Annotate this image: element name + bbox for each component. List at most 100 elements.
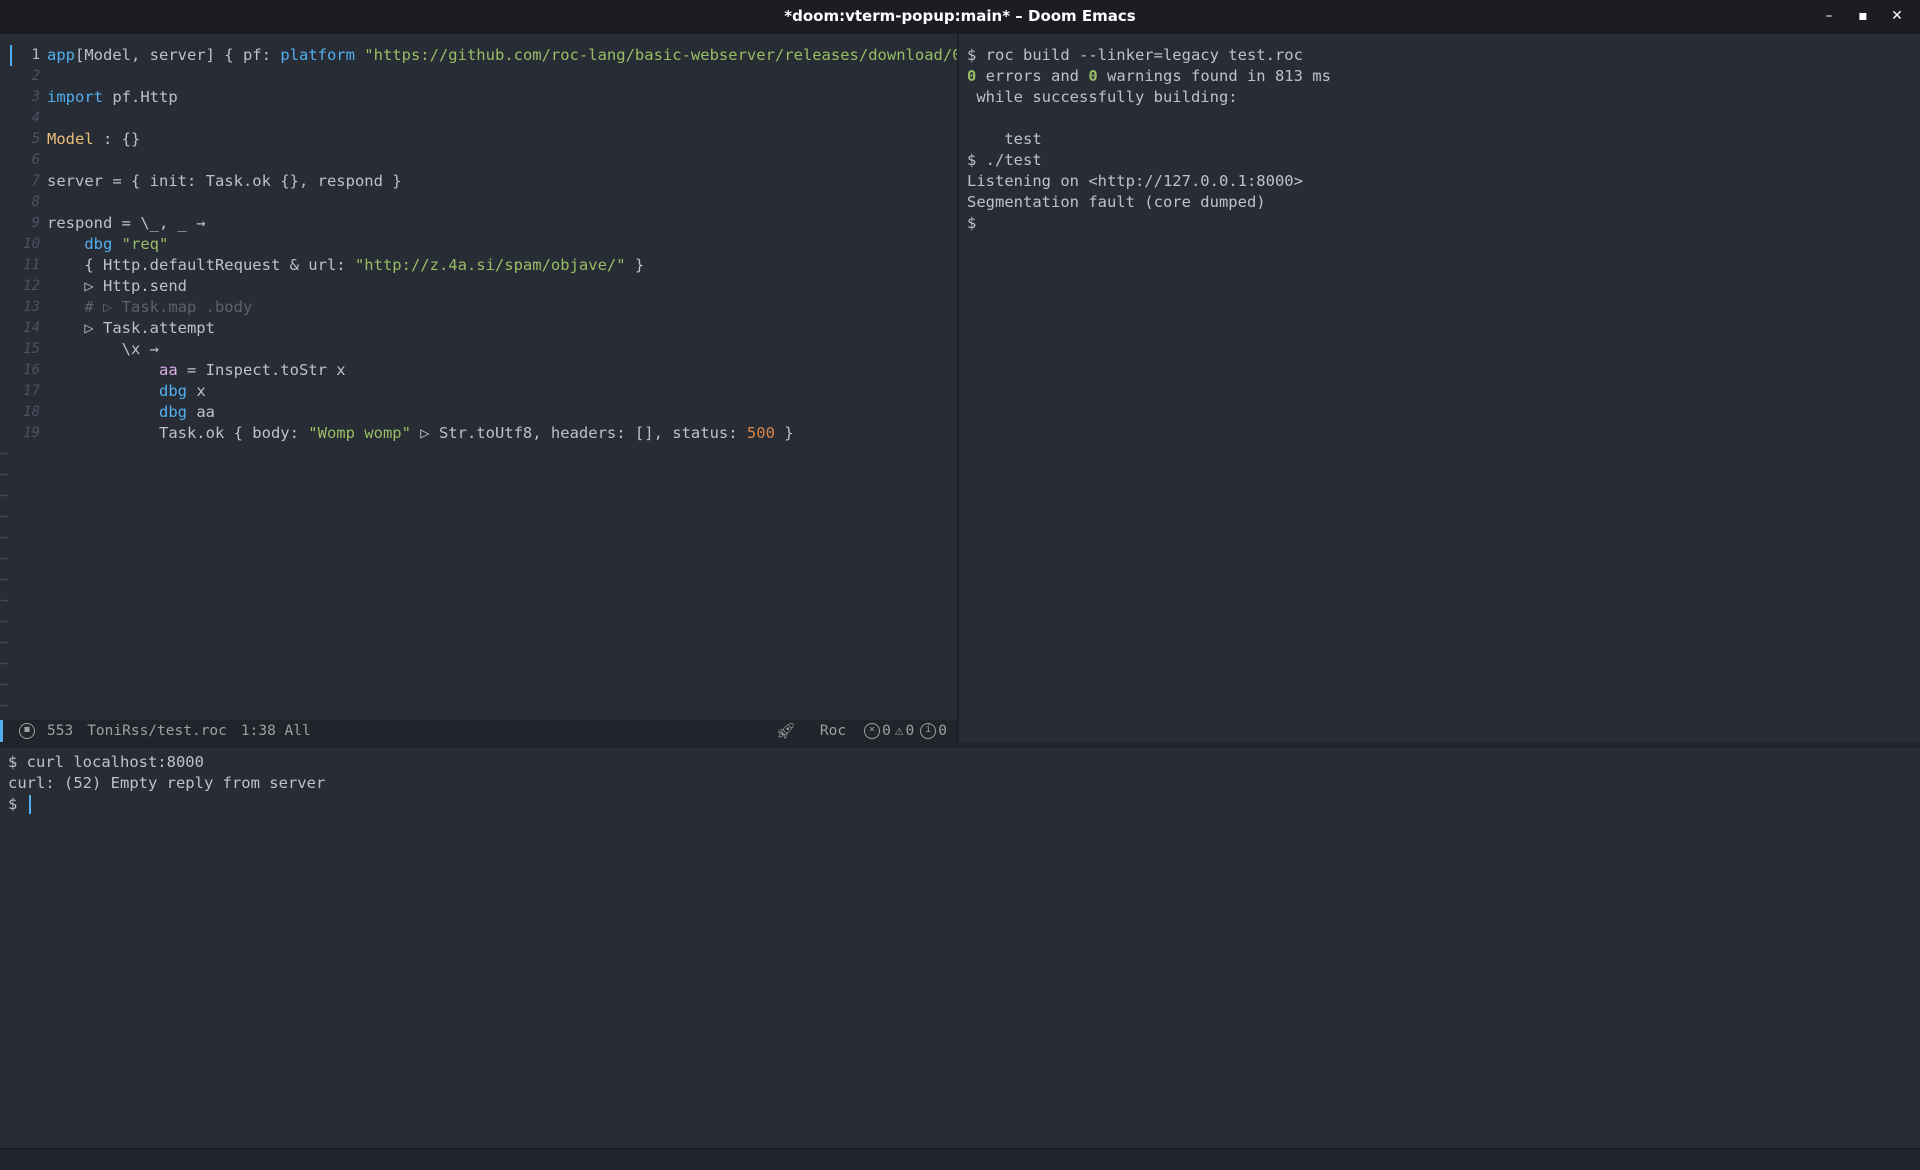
- terminal-line: 0 errors and 0 warnings found in 813 ms: [967, 66, 1331, 87]
- code-editor-pane[interactable]: 1 app[Model, server] { pf: platform "http…: [0, 34, 1092, 735]
- line-number: 10: [23, 236, 40, 252]
- code-line[interactable]: 13 # ▷ Task.map .body: [0, 297, 957, 318]
- code-line[interactable]: 14 ▷ Task.attempt: [0, 318, 957, 339]
- window-titlebar: *doom:vterm-popup:main* – Doom Emacs – ▪…: [0, 0, 1920, 35]
- info-icon: i: [920, 723, 937, 739]
- line-number: 14: [23, 320, 40, 336]
- code-token: x: [186, 382, 206, 400]
- code-text[interactable]: Task.ok { body: "Womp womp" ▷ Str.toUtf8…: [47, 423, 794, 444]
- code-token: dbg: [158, 403, 187, 421]
- cursor-position: 1:38 All: [240, 723, 311, 739]
- code-text[interactable]: import pf.Http: [47, 87, 178, 108]
- empty-line-marker: ~: [0, 467, 9, 483]
- warning-count: 0: [905, 723, 915, 739]
- maximize-button[interactable]: ▪: [1846, 0, 1880, 34]
- line-number: 12: [23, 278, 40, 294]
- buffer-size: 553: [47, 723, 74, 739]
- line-number: 2: [31, 68, 40, 84]
- terminal-line: Listening on <http://127.0.0.1:8000>: [967, 171, 1303, 192]
- code-line[interactable]: 7 server = { init: Task.ok {}, respond }: [0, 171, 957, 192]
- terminal-line: $: [967, 213, 976, 234]
- terminal-line: while successfully building:: [967, 87, 1238, 108]
- line-number: 16: [23, 362, 40, 378]
- empty-line-marker: ~: [0, 614, 9, 630]
- code-line[interactable]: 2: [0, 66, 957, 87]
- code-line[interactable]: 15 \x →: [0, 339, 957, 360]
- terminal-text: $: [8, 795, 27, 813]
- echo-area: [0, 1148, 1920, 1170]
- code-text[interactable]: \x →: [47, 339, 159, 360]
- code-token: ▷ Str.toUtf8, headers: [], status:: [410, 424, 747, 442]
- code-text[interactable]: # ▷ Task.map .body: [47, 297, 252, 318]
- window-title: *doom:vterm-popup:main* – Doom Emacs: [784, 7, 1136, 25]
- code-token: "http://z.4a.si/spam/objave/": [354, 256, 626, 274]
- code-text[interactable]: respond = \_, _ →: [47, 213, 206, 234]
- code-line[interactable]: 11 { Http.defaultRequest & url: "http://…: [0, 255, 957, 276]
- terminal-pane[interactable]: $ roc build --linker=legacy test.roc 0 er…: [959, 34, 1920, 742]
- empty-line-marker: ~: [0, 488, 9, 504]
- line-number: 5: [31, 131, 40, 147]
- major-mode[interactable]: Roc: [820, 720, 846, 742]
- editor-modeline: ◼ 553 ToniRss/test.roc 1:38 All 🚀︎ Roc ×…: [0, 720, 957, 742]
- code-token: dbg: [158, 382, 187, 400]
- code-text[interactable]: dbg x: [47, 381, 206, 402]
- code-token: # ▷ Task.map .body: [47, 298, 253, 316]
- code-token: app: [47, 46, 75, 64]
- info-count: 0: [938, 723, 947, 739]
- line-number: 3: [31, 89, 40, 105]
- line-number: 18: [23, 404, 40, 420]
- empty-line-marker: ~: [0, 446, 9, 462]
- code-line[interactable]: 17 dbg x: [0, 381, 957, 402]
- code-line[interactable]: 16 aa = Inspect.toStr x: [0, 360, 957, 381]
- window-controls: – ▪ ✕: [1812, 0, 1914, 34]
- terminal-text: while successfully building:: [967, 88, 1238, 106]
- code-token: = Inspect.toStr x: [177, 361, 346, 379]
- code-text[interactable]: Model : {}: [47, 129, 140, 150]
- buffer-file-name[interactable]: ToniRss/test.roc: [87, 720, 227, 742]
- empty-line-marker: ~: [0, 635, 9, 651]
- code-token: }: [774, 424, 794, 442]
- code-line[interactable]: 6: [0, 150, 957, 171]
- code-line[interactable]: 18 dbg aa: [0, 402, 957, 423]
- terminal-line: Segmentation fault (core dumped): [967, 192, 1266, 213]
- code-line[interactable]: 1 app[Model, server] { pf: platform "http…: [0, 45, 1092, 66]
- terminal-text: Segmentation fault (core dumped): [967, 193, 1266, 211]
- code-text[interactable]: { Http.defaultRequest & url: "http://z.4…: [47, 255, 644, 276]
- terminal-line: $ roc build --linker=legacy test.roc: [967, 45, 1303, 66]
- code-text[interactable]: dbg aa: [47, 402, 215, 423]
- minimize-button[interactable]: –: [1812, 0, 1846, 34]
- code-line[interactable]: 8: [0, 192, 957, 213]
- warning-icon: ⚠: [894, 723, 904, 739]
- code-token: dbg: [84, 235, 113, 253]
- code-line[interactable]: 5 Model : {}: [0, 129, 957, 150]
- code-line[interactable]: 19 Task.ok { body: "Womp womp" ▷ Str.toU…: [0, 423, 957, 444]
- terminal-text: $ ./test: [967, 151, 1042, 169]
- code-text[interactable]: app[Model, server] { pf: platform "https…: [47, 45, 1092, 66]
- code-token: : {}: [93, 130, 141, 148]
- code-token: { Http.defaultRequest & url:: [47, 256, 355, 274]
- line-number: 13: [23, 299, 40, 315]
- terminal-line: curl: (52) Empty reply from server: [8, 773, 325, 794]
- code-text[interactable]: server = { init: Task.ok {}, respond }: [47, 171, 402, 192]
- code-token: aa: [186, 403, 215, 421]
- code-token: }: [625, 256, 645, 274]
- code-token: Task.ok { body:: [47, 424, 309, 442]
- code-text[interactable]: ▷ Http.send: [47, 276, 187, 297]
- code-line[interactable]: 4: [0, 108, 957, 129]
- line-number: 19: [23, 425, 40, 441]
- close-button[interactable]: ✕: [1880, 0, 1914, 34]
- error-icon: ×: [864, 723, 881, 739]
- terminal-line: $ curl localhost:8000: [8, 752, 204, 773]
- code-line[interactable]: 9 respond = \_, _ →: [0, 213, 957, 234]
- rocket-icon: 🚀︎: [775, 721, 796, 740]
- code-line[interactable]: 10 dbg "req": [0, 234, 957, 255]
- terminal-text: 0: [1088, 67, 1098, 85]
- code-line[interactable]: 3 import pf.Http: [0, 87, 957, 108]
- code-token: ▷ Task.attempt: [47, 319, 215, 337]
- code-token: ▷ Http.send: [47, 277, 187, 295]
- code-text[interactable]: aa = Inspect.toStr x: [47, 360, 346, 381]
- vterm-popup-pane[interactable]: $ curl localhost:8000 curl: (52) Empty re…: [0, 748, 1920, 1148]
- code-text[interactable]: ▷ Task.attempt: [47, 318, 215, 339]
- code-text[interactable]: dbg "req": [47, 234, 168, 255]
- code-line[interactable]: 12 ▷ Http.send: [0, 276, 957, 297]
